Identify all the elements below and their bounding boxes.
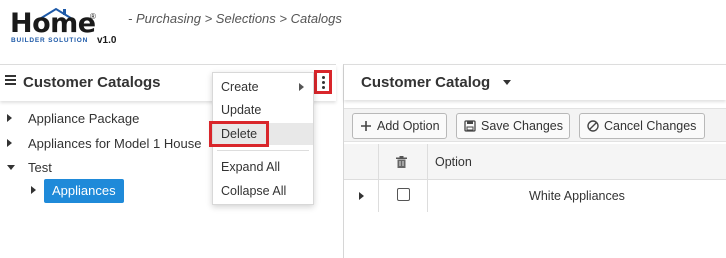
submenu-arrow-icon (299, 83, 304, 91)
hamburger-icon[interactable] (5, 75, 16, 86)
menu-item-collapse-all[interactable]: Collapse All (213, 180, 313, 202)
tree-item-label: Test (28, 160, 52, 175)
cancel-changes-button[interactable]: Cancel Changes (579, 113, 705, 139)
menu-item-label: Collapse All (221, 184, 287, 198)
trash-icon (396, 156, 407, 168)
table-row[interactable]: White Appliances (344, 180, 726, 212)
tree-item-label: Appliances for Model 1 House (28, 136, 202, 151)
row-checkbox-cell (379, 180, 428, 212)
right-panel-title[interactable]: Customer Catalog (361, 74, 490, 91)
tree-item-selected-label[interactable]: Appliances (44, 179, 124, 203)
cancel-icon (587, 120, 599, 132)
chevron-right-icon[interactable] (7, 139, 12, 147)
save-changes-label: Save Changes (481, 119, 564, 133)
options-grid: Option White Appliances (344, 144, 726, 258)
chevron-down-icon[interactable] (7, 165, 15, 170)
row-expand-cell (344, 180, 379, 212)
logo-registered-mark: ® (90, 12, 96, 21)
logo-subtitle: BUILDER SOLUTION (11, 37, 89, 44)
menu-item-expand-all[interactable]: Expand All (213, 156, 313, 178)
grid-header-row: Option (344, 144, 726, 180)
menu-item-label: Create (221, 80, 259, 94)
customer-catalog-panel: Customer Catalog Add Option Save Changes… (344, 64, 726, 258)
app-header: Home ® BUILDER SOLUTION v1.0 - Purchasin… (0, 0, 726, 64)
home-builder-logo[interactable]: Home ® BUILDER SOLUTION v1.0 (10, 6, 125, 52)
caret-down-icon[interactable] (503, 80, 511, 85)
menu-item-label: Expand All (221, 160, 281, 174)
tree-item-appliance-package[interactable]: Appliance Package (0, 107, 210, 129)
tree-item-test[interactable]: Test (0, 156, 210, 178)
menu-item-create[interactable]: Create (213, 76, 313, 98)
menu-item-delete[interactable]: Delete (209, 121, 313, 147)
cancel-changes-label: Cancel Changes (604, 119, 697, 133)
logo-version: v1.0 (97, 35, 117, 46)
left-panel-title: Customer Catalogs (23, 74, 161, 91)
row-checkbox[interactable] (397, 188, 410, 201)
chevron-right-icon[interactable] (359, 192, 364, 200)
add-option-button[interactable]: Add Option (352, 113, 447, 139)
save-icon (464, 120, 476, 132)
tree-item-appliances-model-1[interactable]: Appliances for Model 1 House (0, 132, 210, 154)
context-menu: Create Update Delete Expand All Collapse… (209, 72, 314, 205)
chevron-right-icon[interactable] (7, 114, 12, 122)
row-option-value: White Appliances (529, 189, 625, 203)
grid-toolbar: Add Option Save Changes Cancel Changes (344, 108, 726, 142)
logo-word: Home (10, 8, 96, 39)
menu-item-update[interactable]: Update (213, 99, 313, 121)
grid-header-expand-col (344, 144, 379, 179)
menu-divider (217, 150, 309, 151)
kebab-menu-icon[interactable] (314, 70, 332, 94)
breadcrumb: - Purchasing > Selections > Catalogs (128, 11, 342, 26)
grid-header-delete-col (379, 144, 428, 179)
tree-item-label: Appliance Package (28, 111, 140, 126)
add-option-label: Add Option (377, 119, 440, 133)
tree-item-appliances[interactable]: Appliances (0, 179, 210, 203)
chevron-right-icon[interactable] (31, 186, 36, 194)
delete-highlight-box (209, 121, 269, 147)
plus-icon (361, 121, 371, 131)
grid-header-option[interactable]: Option (435, 155, 472, 169)
save-changes-button[interactable]: Save Changes (456, 113, 570, 139)
right-panel-header[interactable]: Customer Catalog (344, 64, 726, 100)
menu-item-label: Update (221, 103, 262, 117)
